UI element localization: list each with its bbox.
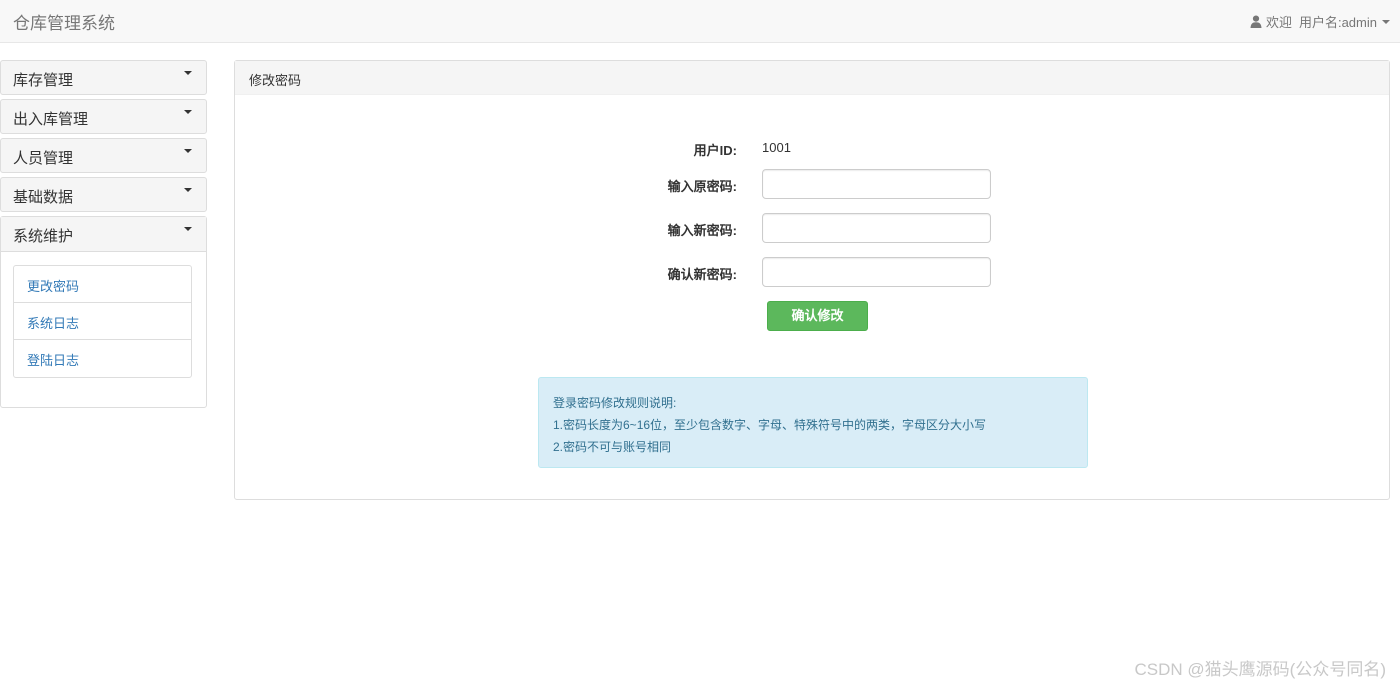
user-id-value: 1001 [762, 140, 791, 155]
chevron-down-icon [184, 110, 192, 114]
sidebar-item-label: 人员管理 [13, 150, 74, 167]
sidebar-sub-list: 更改密码 系统日志 登陆日志 [13, 265, 192, 378]
sidebar-group-system: 系统维护 更改密码 系统日志 登陆日志 [0, 216, 207, 408]
chevron-down-icon [184, 71, 192, 75]
confirm-password-field[interactable] [762, 257, 991, 287]
change-password-panel: 修改密码 用户ID: 1001 输入原密码: 输入新密码: 确认新密码: 确认修… [234, 60, 1390, 500]
sidebar-item-label: 系统维护 [13, 228, 74, 245]
rules-title: 登录密码修改规则说明: [553, 396, 677, 410]
app-title[interactable]: 仓库管理系统 [13, 9, 115, 34]
watermark: CSDN @猫头鹰源码(公众号同名) [1134, 660, 1386, 679]
sidebar-item-personnel[interactable]: 人员管理 [0, 138, 207, 173]
sidebar-item-system-maintenance[interactable]: 系统维护 [1, 217, 206, 252]
user-icon [1250, 15, 1262, 28]
new-password-field[interactable] [762, 213, 991, 243]
user-menu[interactable]: 欢迎 用户名:admin [1250, 12, 1390, 31]
old-password-field[interactable] [762, 169, 991, 199]
welcome-text: 欢迎 [1265, 15, 1292, 30]
top-navbar: 仓库管理系统 欢迎 用户名:admin [0, 0, 1400, 43]
confirm-password-row: 确认新密码: [235, 257, 1391, 287]
sidebar-item-label: 基础数据 [13, 189, 74, 206]
rules-line-2: 2.密码不可与账号相同 [553, 440, 672, 454]
new-password-label: 输入新密码: [667, 223, 737, 238]
sidebar-item-label: 库存管理 [13, 72, 74, 89]
confirm-password-label: 确认新密码: [667, 267, 737, 282]
old-password-row: 输入原密码: [235, 169, 1391, 199]
sidebar-link-login-log[interactable]: 登陆日志 [14, 340, 191, 377]
sidebar-item-base-data[interactable]: 基础数据 [0, 177, 207, 212]
chevron-down-icon [184, 227, 192, 231]
new-password-row: 输入新密码: [235, 213, 1391, 243]
old-password-label: 输入原密码: [667, 179, 737, 194]
sidebar-item-label: 出入库管理 [13, 111, 89, 128]
rules-line-1: 1.密码长度为6~16位，至少包含数字、字母、特殊符号中的两类，字母区分大小写 [553, 418, 987, 432]
panel-title: 修改密码 [235, 61, 1389, 95]
sidebar: 库存管理 出入库管理 人员管理 基础数据 系统维护 更改密码 系统日志 登陆日志 [0, 60, 207, 408]
user-id-row: 用户ID: 1001 [235, 133, 1391, 163]
chevron-down-icon [1382, 19, 1390, 24]
user-id-label: 用户ID: [693, 143, 737, 158]
sidebar-link-system-log[interactable]: 系统日志 [14, 303, 191, 340]
password-rules-alert: 登录密码修改规则说明: 1.密码长度为6~16位，至少包含数字、字母、特殊符号中… [538, 377, 1088, 468]
sidebar-item-stock-io[interactable]: 出入库管理 [0, 99, 207, 134]
chevron-down-icon [184, 149, 192, 153]
confirm-change-button[interactable]: 确认修改 [767, 301, 868, 331]
chevron-down-icon [184, 188, 192, 192]
sidebar-link-change-password[interactable]: 更改密码 [14, 266, 191, 303]
sidebar-item-inventory[interactable]: 库存管理 [0, 60, 207, 95]
username-label[interactable]: 用户名:admin [1299, 12, 1377, 31]
